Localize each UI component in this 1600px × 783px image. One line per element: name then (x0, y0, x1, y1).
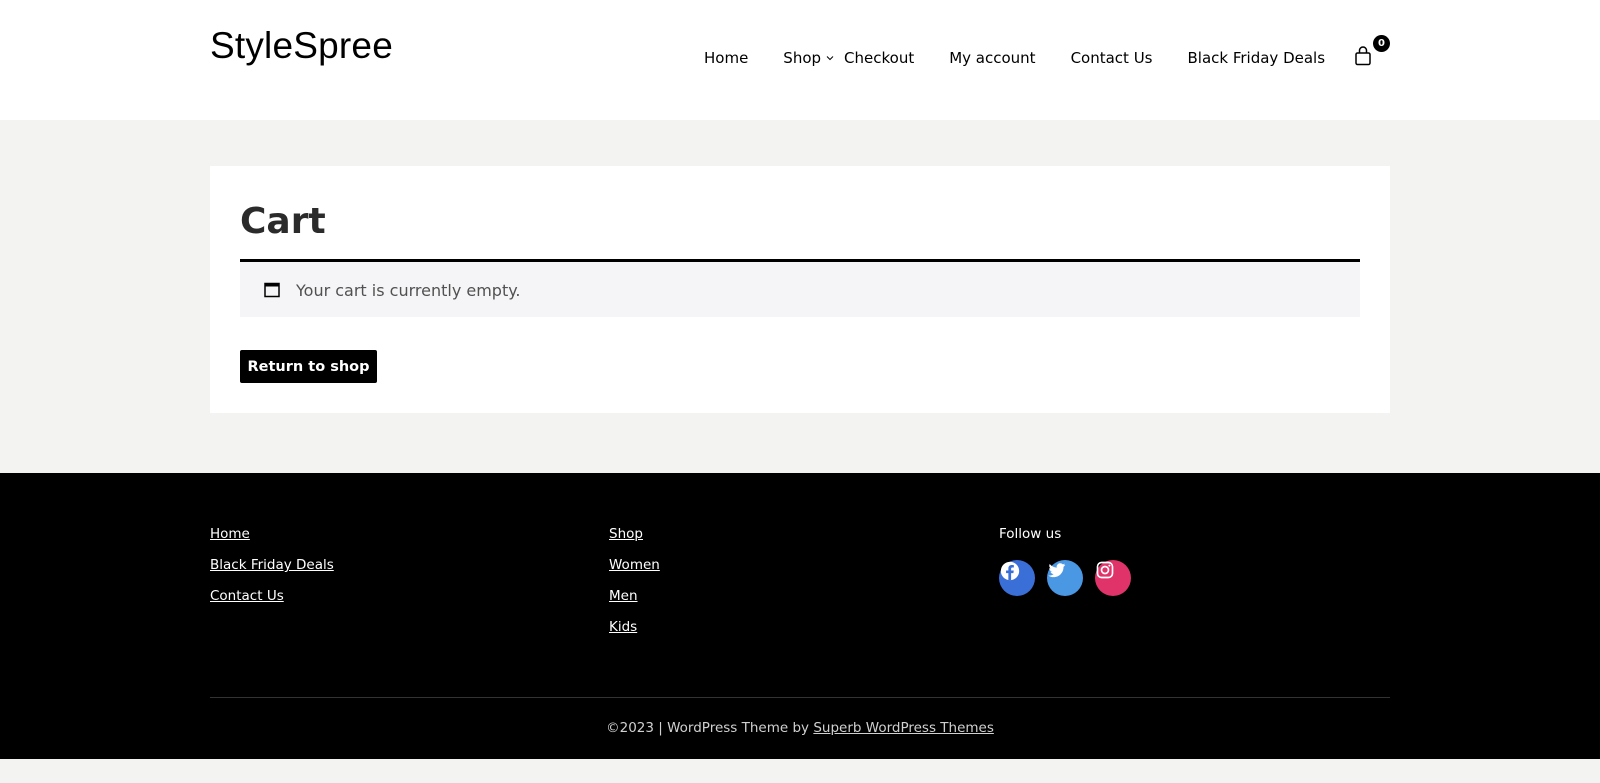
nav-checkout[interactable]: Checkout (844, 49, 914, 67)
footer-link-women[interactable]: Women (609, 557, 660, 574)
facebook-icon (1000, 561, 1020, 581)
cart-content: Cart Your cart is currently empty. Retur… (210, 166, 1390, 413)
follow-us-heading: Follow us (999, 526, 1062, 542)
facebook-link[interactable] (999, 560, 1035, 596)
cart-empty-notice: Your cart is currently empty. (240, 259, 1360, 317)
credit-text: ©2023 | WordPress Theme by (606, 720, 814, 736)
footer-social: Follow us (999, 526, 1131, 610)
footer-link-contact-us[interactable]: Contact Us (210, 588, 334, 605)
cart-count-badge: 0 (1373, 35, 1390, 52)
twitter-icon (1048, 563, 1066, 578)
nav-black-friday-deals[interactable]: Black Friday Deals (1188, 49, 1326, 67)
footer-link-home[interactable]: Home (210, 526, 334, 543)
twitter-link[interactable] (1047, 560, 1083, 596)
footer-menu-1: Home Black Friday Deals Contact Us (210, 526, 334, 619)
social-links (999, 560, 1131, 610)
nav-my-account[interactable]: My account (949, 49, 1035, 67)
site-header: StyleSpree Home Shop Checkout My account… (0, 0, 1600, 120)
footer-link-kids[interactable]: Kids (609, 619, 660, 636)
nav-shop[interactable]: Shop (783, 49, 834, 67)
instagram-icon (1096, 561, 1114, 579)
credit-link[interactable]: Superb WordPress Themes (813, 720, 994, 736)
site-footer: Home Black Friday Deals Contact Us Shop … (0, 473, 1600, 759)
footer-link-black-friday-deals[interactable]: Black Friday Deals (210, 557, 334, 574)
cart-button[interactable] (1354, 46, 1372, 66)
shopping-bag-icon (1355, 46, 1371, 66)
footer-link-shop[interactable]: Shop (609, 526, 660, 543)
footer-menu-2: Shop Women Men Kids (609, 526, 660, 650)
site-title[interactable]: StyleSpree (210, 25, 393, 67)
notice-text: Your cart is currently empty. (296, 281, 521, 300)
footer-divider (210, 697, 1390, 698)
nav-home[interactable]: Home (704, 49, 748, 67)
instagram-link[interactable] (1095, 560, 1131, 596)
window-icon (264, 282, 280, 298)
return-to-shop-button[interactable]: Return to shop (240, 350, 377, 383)
footer-credit: ©2023 | WordPress Theme by Superb WordPr… (0, 720, 1600, 736)
main-nav: Home Shop Checkout My account Contact Us… (704, 49, 1325, 67)
chevron-down-icon (826, 56, 834, 61)
page-title: Cart (240, 201, 326, 242)
nav-contact-us[interactable]: Contact Us (1071, 49, 1153, 67)
nav-shop-label: Shop (783, 49, 822, 67)
footer-link-men[interactable]: Men (609, 588, 660, 605)
